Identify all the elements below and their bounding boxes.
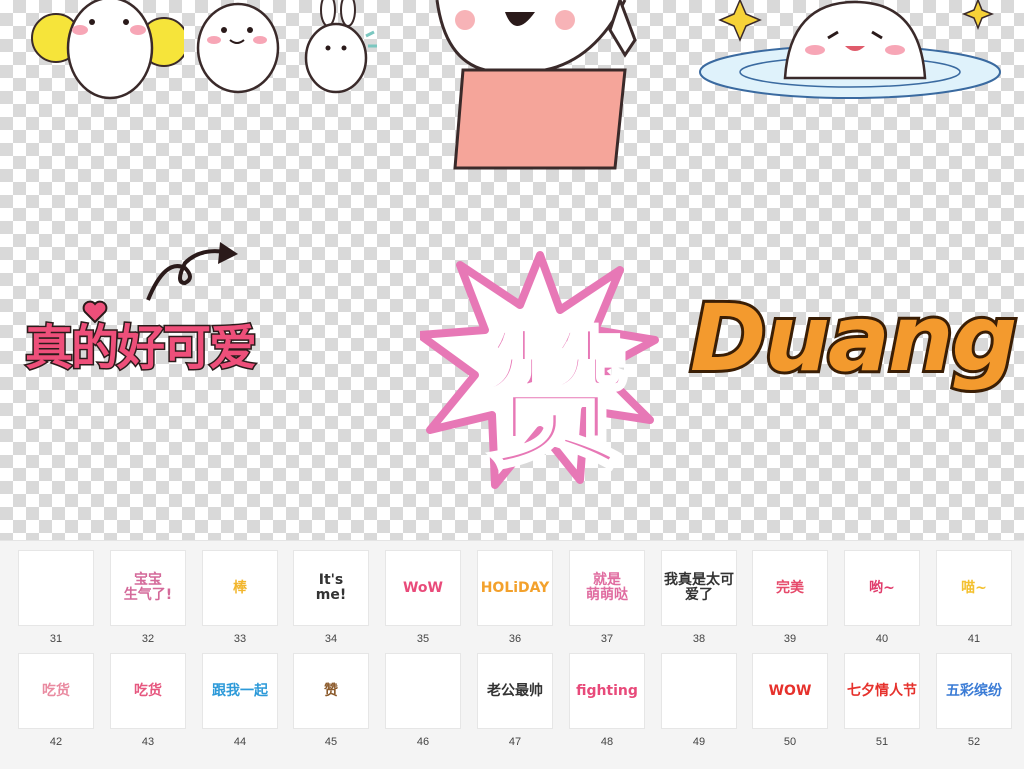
thumbnail-number: 50 [783,736,797,748]
thumbnail-41[interactable]: 喵~ [936,550,1012,626]
thumbnail-art: 吃货 [42,682,70,699]
thumbnail-number: 44 [233,736,247,748]
thumbnail-35[interactable]: WoW [385,550,461,626]
thumbnail-32[interactable]: 宝宝 生气了! [110,550,186,626]
thumbnail-33[interactable]: 棒 [202,550,278,626]
thumbnail-39[interactable]: 完美 [752,550,828,626]
thumbnail-number: 33 [233,633,247,645]
thumbnail-number: 42 [49,736,63,748]
thumbnail-number: 49 [692,736,706,748]
thumbnail-number: 46 [416,736,430,748]
thumbnail-number: 41 [967,633,981,645]
thumbnail-48[interactable]: fighting [569,653,645,729]
headline-zhende: 真的好可爱 [23,319,258,378]
thumbnail-art: HOLiDAY [480,579,550,596]
thumbnail-47[interactable]: 老公最帅 [477,653,553,729]
thumbnail-art: 赞 [324,682,338,699]
girl-cheer-sticker [435,0,637,170]
thumbnail-strip: 31 宝宝 生气了! 32 棒 33 It's me! 34 WoW 35 HOLiDAY 36 就是… [0,540,1024,769]
thumbnail-number: 36 [508,633,522,645]
thumbnail-number: 43 [141,736,155,748]
arrow-doodle-icon [146,242,238,301]
sticker-preview: 真的好可爱 赞 Duang [0,0,1024,540]
thumbnail-number: 39 [783,633,797,645]
thumbnail-number: 45 [324,736,338,748]
headline-zan: 赞 [478,313,632,491]
zan-burst-sticker: 赞 [416,250,660,491]
thumbnail-50[interactable]: WOW [752,653,828,729]
thumbnail-art: WoW [402,579,443,596]
thumbnail-46[interactable] [385,653,461,729]
thumbnail-number: 52 [967,736,981,748]
thumbnail-number: 38 [692,633,706,645]
thumbnail-art: 棒 [233,579,247,596]
thumbnail-art: 宝宝 生气了! [123,572,173,603]
bunny-cheer-sticker [31,0,184,100]
thumbnail-37[interactable]: 就是 萌萌哒 [569,550,645,626]
thumbnail-art: 五彩缤纷 [946,682,1002,699]
thumbnail-31[interactable] [18,550,94,626]
thumbnail-45[interactable]: 赞 [293,653,369,729]
mochi-water-sticker [699,0,1001,99]
thumbnail-number: 34 [324,633,338,645]
thumbnail-art: 喵~ [961,579,987,596]
thumbnail-42[interactable]: 吃货 [18,653,94,729]
thumbnail-number: 31 [49,633,63,645]
thumbnail-art: It's me! [315,572,347,603]
thumbnail-38[interactable]: 我真是太可爱了 [661,550,737,626]
thumbnail-art: WOW [768,682,812,699]
thumbnail-art: 哟~ [869,579,895,596]
thumbnail-art: 七夕情人节 [847,682,917,699]
thumbnail-number: 47 [508,736,522,748]
thumbnail-art: 老公最帅 [487,682,543,699]
headline-duang: Duang [687,282,1020,395]
thumbnail-49[interactable] [661,653,737,729]
thumbnail-number: 32 [141,633,155,645]
thumbnail-51[interactable]: 七夕情人节 [844,653,920,729]
thumbnail-number: 51 [875,736,889,748]
thumbnail-34[interactable]: It's me! [293,550,369,626]
bunny-pair-sticker [196,0,377,94]
thumbnail-art: 就是 萌萌哒 [586,572,628,603]
thumbnail-number: 40 [875,633,889,645]
thumbnail-52[interactable]: 五彩缤纷 [936,653,1012,729]
thumbnail-art: 跟我一起 [212,682,268,699]
thumbnail-art: 我真是太可爱了 [664,572,734,603]
thumbnail-art: 完美 [776,579,804,596]
thumbnail-44[interactable]: 跟我一起 [202,653,278,729]
thumbnail-43[interactable]: 吃货 [110,653,186,729]
thumbnail-number: 35 [416,633,430,645]
thumbnail-36[interactable]: HOLiDAY [477,550,553,626]
thumbnail-art: fighting [576,682,638,699]
thumbnail-number: 48 [600,736,614,748]
thumbnail-number: 37 [600,633,614,645]
thumbnail-40[interactable]: 哟~ [844,550,920,626]
thumbnail-art: 吃货 [134,682,162,699]
